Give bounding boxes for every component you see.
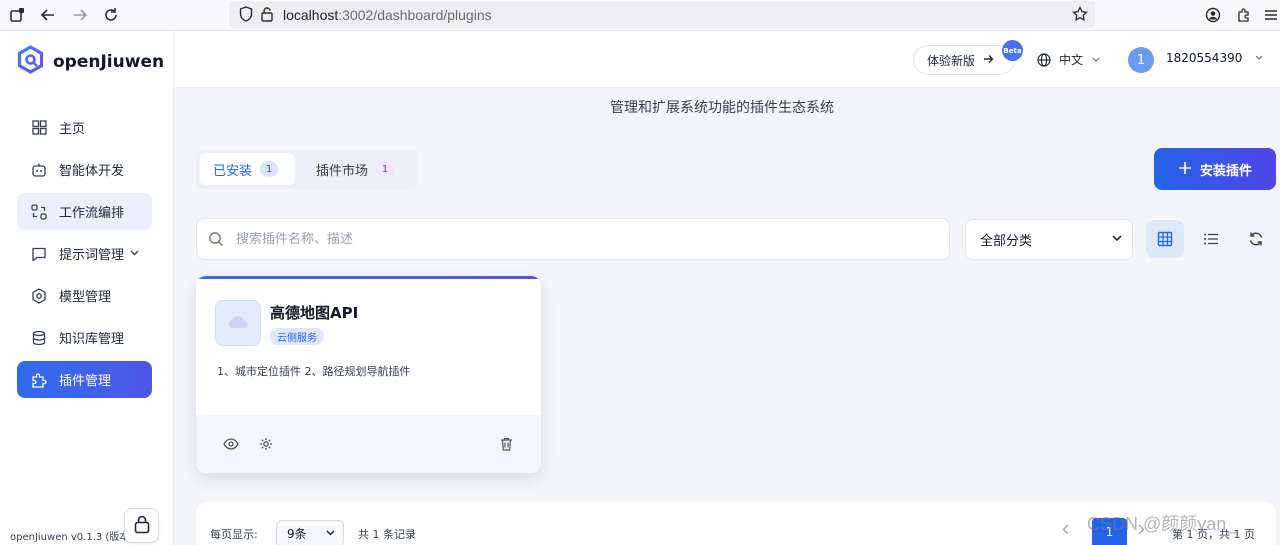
puzzle-icon (31, 372, 47, 388)
workflow-icon (31, 203, 47, 220)
list-view-icon (1203, 231, 1219, 247)
plugin-tag: 云侧服务 (270, 328, 324, 345)
sidebar-item-label: 工作流编排 (59, 206, 125, 221)
sidebar-item-home[interactable]: 主页 (17, 109, 152, 146)
total-records: 共 1 条记录 (358, 528, 416, 541)
page-subtitle: 管理和扩展系统功能的插件生态系统 (610, 100, 834, 116)
card-footer (196, 415, 541, 473)
eye-icon[interactable] (223, 436, 239, 452)
sidebar: openJiuwen 主页 智能体开发 工作流编排 提示词管理 模型管理 知识库… (0, 31, 174, 545)
sidebar-item-label: 主页 (59, 122, 86, 137)
avatar[interactable]: 1 (1128, 47, 1154, 73)
per-page-label: 每页显示: (210, 528, 258, 541)
browser-toolbar: localhost:3002/dashboard/plugins (0, 0, 1280, 31)
globe-icon (1037, 52, 1051, 67)
extensions-icon[interactable] (1235, 6, 1253, 24)
install-plugin-label: 安装插件 (1199, 163, 1252, 179)
bookmark-star-icon[interactable] (1071, 5, 1089, 23)
cloud-icon (227, 315, 249, 331)
app-version: openJiuwen v0.1.3 (版本 (10, 532, 130, 543)
search-icon (208, 231, 224, 247)
tab-count-badge: 1 (376, 161, 395, 177)
tab-count-badge: 1 (260, 161, 279, 177)
prev-page-icon[interactable] (1062, 524, 1069, 538)
grid-view-button[interactable] (1146, 220, 1184, 258)
sidebar-item-label: 知识库管理 (59, 332, 125, 347)
sidebar-item-prompts[interactable]: 提示词管理 (17, 235, 152, 272)
reload-icon[interactable] (102, 6, 120, 24)
forward-arrow-icon[interactable] (71, 6, 89, 24)
try-new-label: 体验新版 (927, 53, 976, 68)
sidebar-toggle-icon[interactable] (8, 6, 26, 24)
page-size-select[interactable]: 9条 (276, 520, 344, 545)
beta-badge: Beta (1002, 40, 1023, 61)
chevron-down-icon (1092, 55, 1100, 64)
try-new-version-button[interactable]: 体验新版 (913, 45, 1015, 75)
plus-icon (1178, 159, 1192, 180)
trash-icon[interactable] (498, 436, 514, 452)
refresh-button[interactable] (1237, 220, 1275, 258)
chat-icon (31, 246, 47, 262)
install-plugin-button[interactable]: 安装插件 (1154, 148, 1276, 190)
sidebar-item-label: 模型管理 (59, 290, 112, 305)
robot-icon (31, 162, 47, 178)
chevron-down-icon (326, 529, 335, 539)
arrow-right-icon (983, 53, 994, 67)
plugin-card[interactable]: 高德地图API 云侧服务 1、城市定位插件 2、路径规划导航插件 (196, 276, 541, 473)
plugin-name: 高德地图API (270, 304, 359, 322)
tab-installed[interactable]: 已安装 1 (200, 153, 295, 185)
lock-icon (133, 514, 151, 538)
plugin-tabs: 已安装 1 插件市场 1 (196, 149, 418, 189)
back-arrow-icon[interactable] (39, 6, 57, 24)
language-switcher[interactable]: 中文 (1037, 51, 1100, 68)
sidebar-item-label: 提示词管理 (59, 248, 125, 263)
shield-icon[interactable] (237, 5, 255, 23)
plugin-description: 1、城市定位插件 2、路径规划导航插件 (217, 365, 411, 378)
sidebar-item-models[interactable]: 模型管理 (17, 277, 152, 314)
grid-icon (31, 120, 47, 136)
sidebar-item-label: 插件管理 (59, 374, 112, 389)
plugin-thumbnail (215, 300, 261, 346)
lock-button[interactable] (124, 508, 159, 543)
page-size-value: 9条 (287, 527, 307, 541)
lock-info-icon[interactable] (258, 5, 276, 23)
openjiuwen-logo-icon (16, 45, 45, 78)
watermark: CSDN @颜颜yan_ (1087, 514, 1237, 534)
database-icon (31, 330, 47, 346)
chevron-down-icon[interactable] (130, 249, 139, 259)
search-input[interactable] (236, 231, 836, 247)
chevron-down-icon (1112, 234, 1122, 245)
app-name: openJiuwen (53, 51, 165, 72)
menu-icon[interactable] (1262, 6, 1280, 24)
list-view-button[interactable] (1192, 220, 1230, 258)
address-bar[interactable]: localhost:3002/dashboard/plugins (229, 1, 1095, 28)
sidebar-item-plugins[interactable]: 插件管理 (17, 361, 152, 398)
model-icon (31, 287, 47, 304)
grid-view-icon (1157, 231, 1173, 247)
tab-label: 插件市场 (316, 163, 369, 179)
settings-gear-icon[interactable] (258, 436, 274, 452)
account-icon[interactable] (1204, 6, 1222, 24)
url-path: :3002/dashboard/plugins (338, 6, 492, 23)
chevron-down-icon[interactable] (1255, 53, 1263, 62)
top-header: 体验新版 Beta 中文 1 1820554390 (175, 31, 1280, 88)
category-select[interactable]: 全部分类 (965, 219, 1133, 260)
app-logo[interactable]: openJiuwen (16, 45, 164, 78)
category-select-value: 全部分类 (980, 234, 1033, 249)
refresh-icon (1248, 231, 1264, 247)
sidebar-item-agent-dev[interactable]: 智能体开发 (17, 151, 152, 188)
sidebar-item-knowledge[interactable]: 知识库管理 (17, 319, 152, 356)
search-box (196, 218, 950, 260)
sidebar-item-workflow[interactable]: 工作流编排 (17, 193, 152, 230)
tab-marketplace[interactable]: 插件市场 1 (304, 153, 414, 185)
username[interactable]: 1820554390 (1166, 51, 1242, 65)
language-label: 中文 (1059, 53, 1084, 67)
sidebar-item-label: 智能体开发 (59, 164, 125, 179)
card-accent-bar (196, 276, 541, 279)
tab-label: 已安装 (213, 163, 253, 179)
url-host: localhost (283, 6, 339, 23)
